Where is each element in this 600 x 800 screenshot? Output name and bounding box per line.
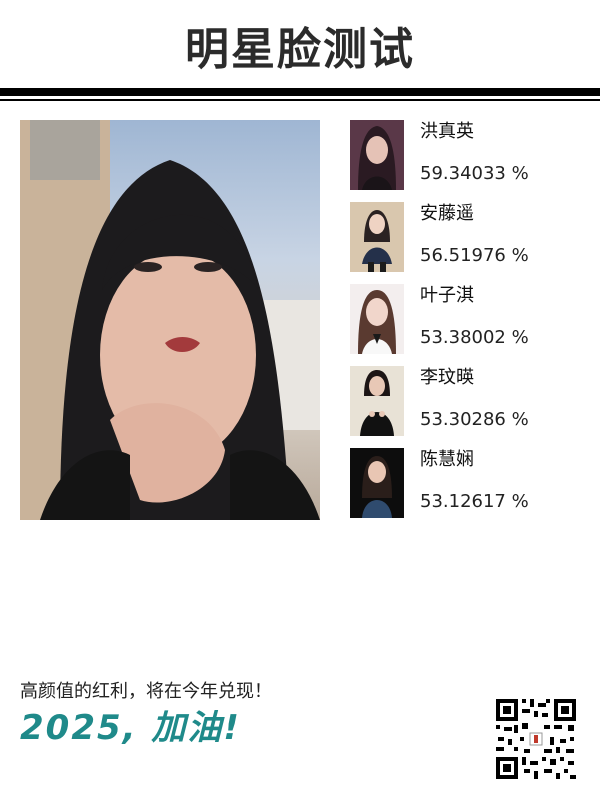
header-divider-thin [0,99,600,101]
match-item[interactable]: 叶子淇 53.38002 % [350,284,590,356]
celebrity-thumbnail-icon [350,366,404,436]
match-score: 56.51976 % [420,245,529,266]
match-item[interactable]: 李玟暎 53.30286 % [350,366,590,438]
match-score: 59.34033 % [420,163,529,184]
celebrity-thumbnail-icon [350,202,404,272]
celebrity-thumbnail-icon [350,448,404,518]
match-score: 53.38002 % [420,327,529,348]
match-score: 53.30286 % [420,409,529,430]
match-name: 叶子淇 [420,285,474,306]
match-item[interactable]: 洪真英 59.34033 % [350,120,590,192]
footer-cheer: 2025, 加油! [20,708,241,748]
match-name: 洪真英 [420,121,474,142]
uploaded-portrait-photo [20,120,320,520]
page-title: 明星脸测试 [185,24,415,75]
qr-code-icon[interactable] [494,697,578,781]
match-name: 李玟暎 [420,367,474,388]
header-divider-thick [0,88,600,96]
match-item[interactable]: 陈慧娴 53.12617 % [350,448,590,520]
match-name: 安藤遥 [420,203,474,224]
match-name: 陈慧娴 [420,449,474,470]
portrait-icon [20,120,320,520]
footer-slogan: 高颜值的红利，将在今年兑现！ [20,681,272,702]
celebrity-thumbnail-icon [350,284,404,354]
match-score: 53.12617 % [420,491,529,512]
match-item[interactable]: 安藤遥 56.51976 % [350,202,590,274]
celebrity-thumbnail-icon [350,120,404,190]
